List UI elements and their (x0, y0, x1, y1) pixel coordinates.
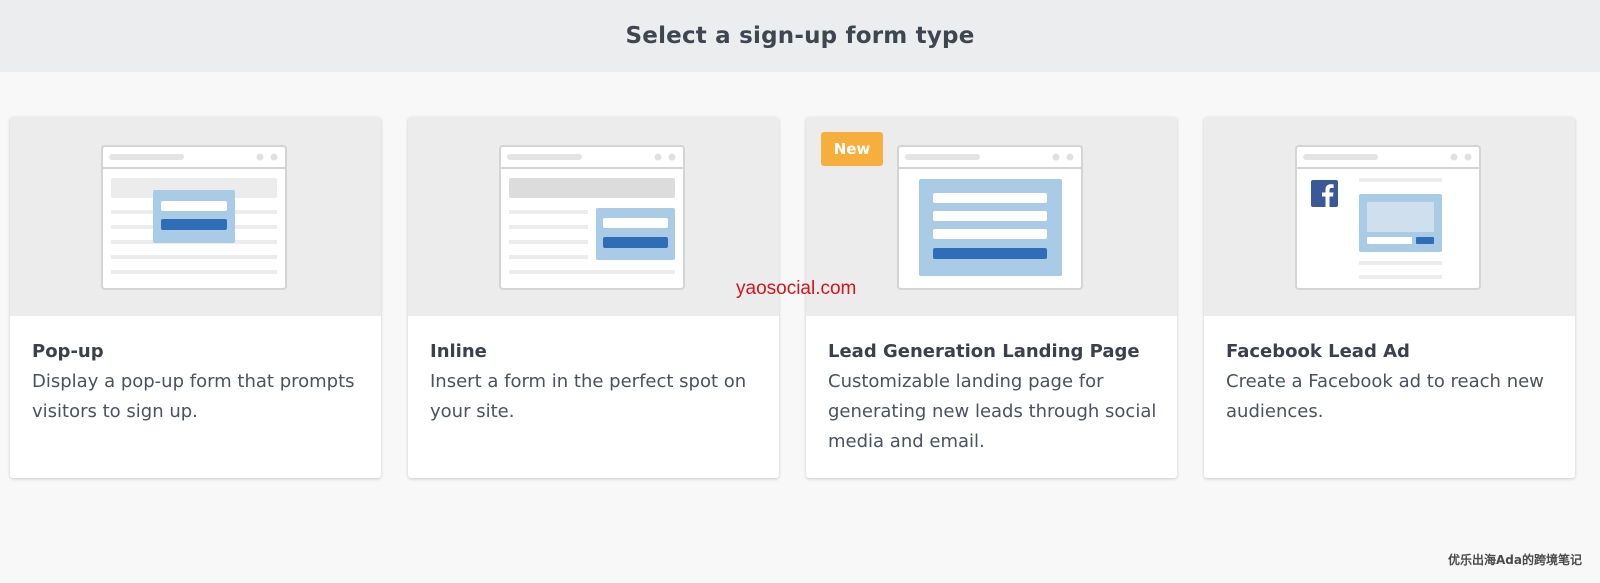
form-type-card-inline[interactable]: Inline Insert a form in the perfect spot… (408, 117, 779, 478)
card-description: Insert a form in the perfect spot on you… (430, 371, 747, 422)
form-type-card-landing-page[interactable]: New Lead Generation Landing Page Customi… (806, 117, 1177, 478)
page-header: Select a sign-up form type (0, 0, 1600, 72)
card-title: Pop-up (32, 341, 104, 362)
popup-illustration (10, 117, 381, 316)
facebook-icon (1311, 180, 1338, 207)
card-title: Lead Generation Landing Page (828, 341, 1140, 362)
watermark-corner-text: 优乐出海Ada的跨境笔记 (1448, 553, 1582, 567)
page-title: Select a sign-up form type (625, 23, 975, 49)
landing-page-illustration: New (806, 117, 1177, 316)
form-type-card-facebook-lead-ad[interactable]: Facebook Lead Ad Create a Facebook ad to… (1204, 117, 1575, 478)
inline-illustration (408, 117, 779, 316)
card-description: Display a pop-up form that prompts visit… (32, 371, 355, 422)
watermark-text: yaosocial.com (736, 278, 857, 299)
card-description: Create a Facebook ad to reach new audien… (1226, 371, 1544, 422)
card-description: Customizable landing page for generating… (828, 371, 1157, 452)
card-title: Facebook Lead Ad (1226, 341, 1410, 362)
card-title: Inline (430, 341, 487, 362)
new-badge: New (821, 132, 883, 166)
form-type-card-popup[interactable]: Pop-up Display a pop-up form that prompt… (10, 117, 381, 478)
facebook-ad-illustration (1204, 117, 1575, 316)
